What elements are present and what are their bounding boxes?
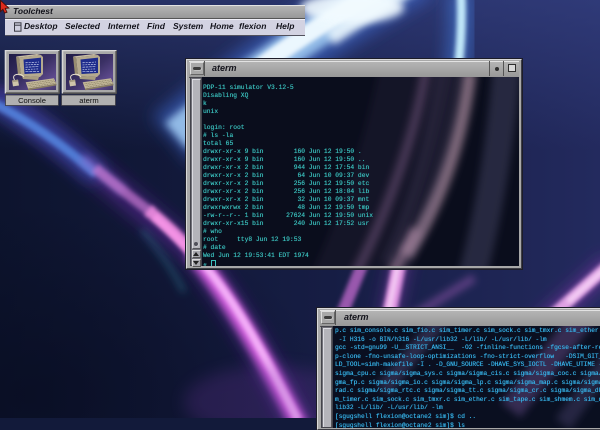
- svg-text:aterm: aterm: [79, 96, 98, 105]
- svg-text:Console: Console: [18, 96, 46, 105]
